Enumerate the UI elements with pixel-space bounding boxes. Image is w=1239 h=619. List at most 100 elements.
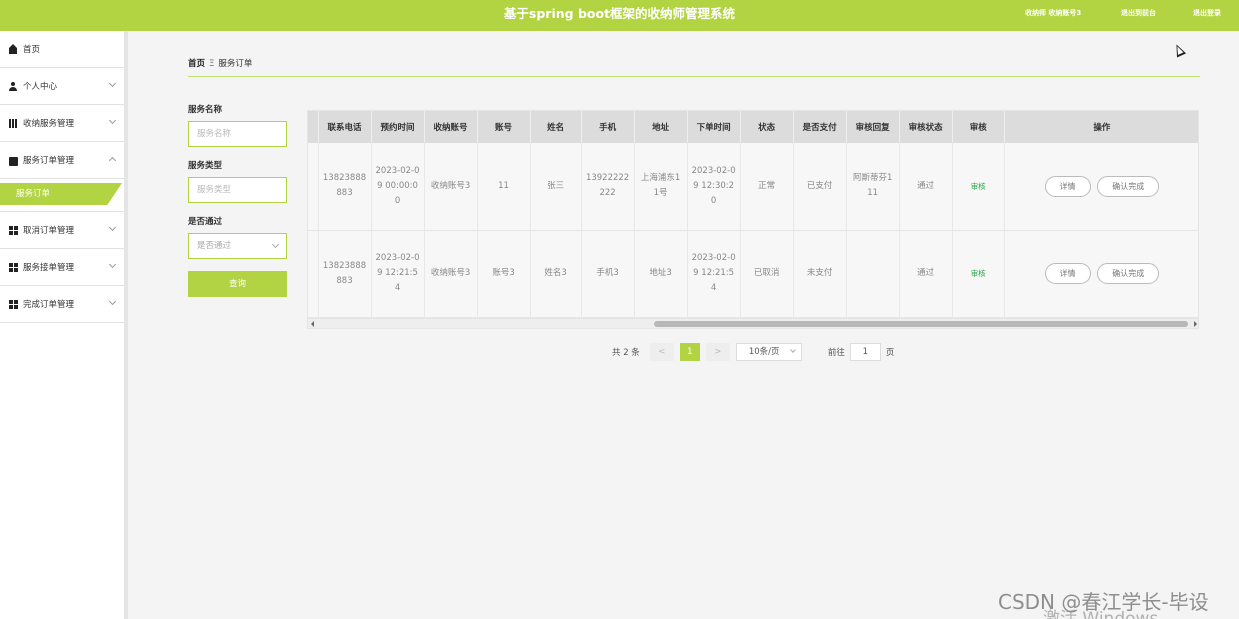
table-cell-address: 地址3 — [634, 230, 688, 317]
submenu-service-orders: 服务订单 — [0, 179, 124, 212]
sidebar-item-label: 个人中心 — [23, 82, 58, 92]
sidebar-subitem-service-order[interactable]: 服务订单 — [0, 183, 122, 205]
detail-button[interactable]: 详情 — [1044, 263, 1091, 284]
page-unit-label: 页 — [885, 348, 895, 358]
table-icon — [9, 299, 18, 309]
column-header: 姓名 — [530, 111, 582, 143]
chevron-down-icon — [108, 79, 117, 88]
column-header: 下单时间 — [687, 111, 741, 143]
prev-page-button[interactable]: < — [649, 343, 674, 361]
chevron-down-icon — [108, 297, 117, 306]
sidebar-item-label: 首页 — [23, 45, 41, 55]
breadcrumb-divider — [188, 76, 1200, 77]
briefcase-icon — [9, 156, 18, 166]
table-cell-phone: 13823888883 — [318, 143, 372, 230]
table-cell-order-time: 2023-02-09 12:21:54 — [687, 230, 741, 317]
table-row: 13823888883 2023-02-09 00:00:00 收纳账号3 11… — [308, 143, 1198, 230]
csdn-watermark: CSDN @春江学长-毕设 — [998, 590, 1209, 614]
column-header: 账号 — [477, 111, 531, 143]
bar-chart-icon — [9, 118, 18, 128]
column-header: 收纳账号 — [424, 111, 478, 143]
column-header: 审核 — [952, 111, 1005, 143]
chevron-down-icon — [108, 223, 117, 232]
table-cell-spacer — [308, 230, 319, 317]
sidebar-item-home[interactable]: 首页 — [0, 31, 124, 68]
goto-page-input[interactable]: 1 — [849, 343, 881, 361]
table-row: 13823888883 2023-02-09 12:21:54 收纳账号3 账号… — [308, 230, 1198, 317]
table-cell-phone: 13823888883 — [318, 230, 372, 317]
table-cell-address: 上海浦东11号 — [634, 143, 688, 230]
horizontal-scrollbar[interactable] — [308, 318, 1198, 328]
chevron-down-icon — [108, 116, 117, 125]
table-cell-actions: 详情 确认完成 — [1004, 143, 1198, 230]
next-page-button[interactable]: > — [705, 343, 730, 361]
table-cell-appointment-time: 2023-02-09 00:00:00 — [371, 143, 425, 230]
query-button[interactable]: 查询 — [188, 271, 287, 297]
chevron-down-icon — [271, 240, 280, 249]
audit-link[interactable]: 审核 — [952, 230, 1005, 317]
sidebar-item-storage-service[interactable]: 收纳服务管理 — [0, 105, 124, 142]
main-content: 首页 Ξ服务订单 服务名称 服务类型 是否通过 是否通过 查询 联系电话 预约时间… — [132, 31, 1239, 619]
table-cell-review-reply — [846, 230, 900, 317]
service-type-label: 服务类型 — [188, 161, 223, 171]
user-icon — [9, 81, 18, 91]
audit-link[interactable]: 审核 — [952, 143, 1005, 230]
column-header: 联系电话 — [318, 111, 372, 143]
chevron-down-icon — [789, 347, 796, 353]
scroll-left-icon[interactable] — [311, 321, 314, 327]
column-header: 手机 — [581, 111, 635, 143]
chevron-up-icon — [108, 156, 117, 165]
top-header: 基于spring boot框架的收纳师管理系统 收纳师 收纳账号3 退出到前台 … — [0, 0, 1239, 31]
column-header-spacer — [308, 111, 319, 143]
column-header: 审核状态 — [899, 111, 953, 143]
service-type-input[interactable] — [188, 177, 287, 203]
table-cell-account: 账号3 — [477, 230, 531, 317]
sidebar-item-label: 收纳服务管理 — [23, 119, 75, 129]
column-header: 状态 — [740, 111, 794, 143]
sidebar-item-accept-orders[interactable]: 服务接单管理 — [0, 249, 124, 286]
table-header-row: 联系电话 预约时间 收纳账号 账号 姓名 手机 地址 下单时间 状态 是否支付 … — [308, 111, 1198, 143]
sidebar: 首页 个人中心 收纳服务管理 服务订单管理 服务订单 取消订单管理 服务接单管理… — [0, 31, 128, 619]
breadcrumb: 首页 Ξ 服务订单 — [188, 57, 252, 69]
table-cell-review-reply: 阿斯蒂芬111 — [846, 143, 900, 230]
sidebar-item-complete-orders[interactable]: 完成订单管理 — [0, 286, 124, 323]
page-size-select[interactable]: 10条/页 — [735, 343, 802, 361]
table-cell-spacer — [308, 143, 319, 230]
grid-icon — [9, 225, 18, 235]
sidebar-item-personal-center[interactable]: 个人中心 — [0, 68, 124, 105]
table-cell-actions: 详情 确认完成 — [1004, 230, 1198, 317]
column-header: 地址 — [634, 111, 688, 143]
table-cell-review-status: 通过 — [899, 230, 953, 317]
table-cell-status: 已取消 — [740, 230, 794, 317]
breadcrumb-home[interactable]: 首页 — [188, 59, 205, 69]
scroll-right-icon[interactable] — [1194, 321, 1197, 327]
service-name-input[interactable] — [188, 121, 287, 147]
table-cell-paid: 已支付 — [793, 143, 847, 230]
sidebar-item-cancel-orders[interactable]: 取消订单管理 — [0, 212, 124, 249]
goto-label: 前往 — [827, 348, 845, 358]
detail-button[interactable]: 详情 — [1044, 175, 1091, 197]
table-cell-review-status: 通过 — [899, 143, 953, 230]
table-cell-order-time: 2023-02-09 12:30:20 — [687, 143, 741, 230]
breadcrumb-current: 服务订单 — [218, 59, 253, 69]
table-cell-organizer-account: 收纳账号3 — [424, 143, 478, 230]
scrollbar-thumb[interactable] — [654, 321, 1188, 327]
home-icon — [9, 43, 18, 54]
pagination: 共 2 条 < 1 > 10条/页 前往 1 页 — [612, 343, 894, 361]
table-cell-paid: 未支付 — [793, 230, 847, 317]
page-number-button[interactable]: 1 — [679, 343, 700, 361]
confirm-complete-button[interactable]: 确认完成 — [1097, 263, 1160, 284]
table-cell-mobile: 13922222222 — [581, 143, 635, 230]
sidebar-item-service-orders[interactable]: 服务订单管理 — [0, 142, 124, 179]
approved-label: 是否通过 — [188, 217, 223, 227]
confirm-complete-button[interactable]: 确认完成 — [1097, 175, 1160, 197]
column-header: 审核回复 — [846, 111, 900, 143]
back-to-front-link[interactable]: 退出到前台 — [1121, 8, 1156, 18]
table-cell-appointment-time: 2023-02-09 12:21:54 — [371, 230, 425, 317]
page-size-value: 10条/页 — [748, 347, 780, 357]
logout-link[interactable]: 退出登录 — [1193, 8, 1221, 18]
table-cell-name: 姓名3 — [530, 230, 582, 317]
breadcrumb-separator: Ξ — [209, 59, 215, 69]
approved-select[interactable]: 是否通过 — [188, 233, 287, 259]
orders-table: 联系电话 预约时间 收纳账号 账号 姓名 手机 地址 下单时间 状态 是否支付 … — [307, 110, 1199, 329]
